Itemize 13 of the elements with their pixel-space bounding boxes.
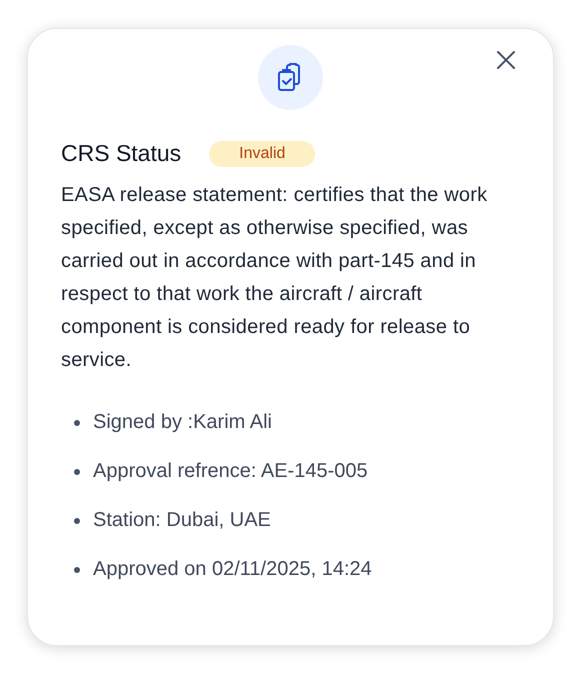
detail-item: Approval refrence: AE-145-005 [93, 459, 368, 484]
close-button[interactable] [495, 49, 517, 71]
detail-item: Approved on 02/11/2025, 14:24 [93, 557, 372, 582]
bullet-icon [74, 566, 80, 572]
status-badge: Invalid [209, 140, 316, 166]
bullet-icon [74, 518, 80, 524]
detail-item: Signed by :Karim Ali [93, 410, 272, 435]
dialog-title: CRS Status [61, 140, 182, 167]
release-statement: EASA release statement: certifies that the work specified, except as otherwise specified, was carried out in accordance with part-145 and in respect to that work the aircraft / aircraft component is considered ready for release to service. [61, 183, 488, 373]
bullet-icon [74, 468, 80, 474]
detail-item: Station: Dubai, UAE [93, 508, 271, 533]
close-icon [495, 49, 517, 71]
bullet-icon [74, 420, 80, 426]
